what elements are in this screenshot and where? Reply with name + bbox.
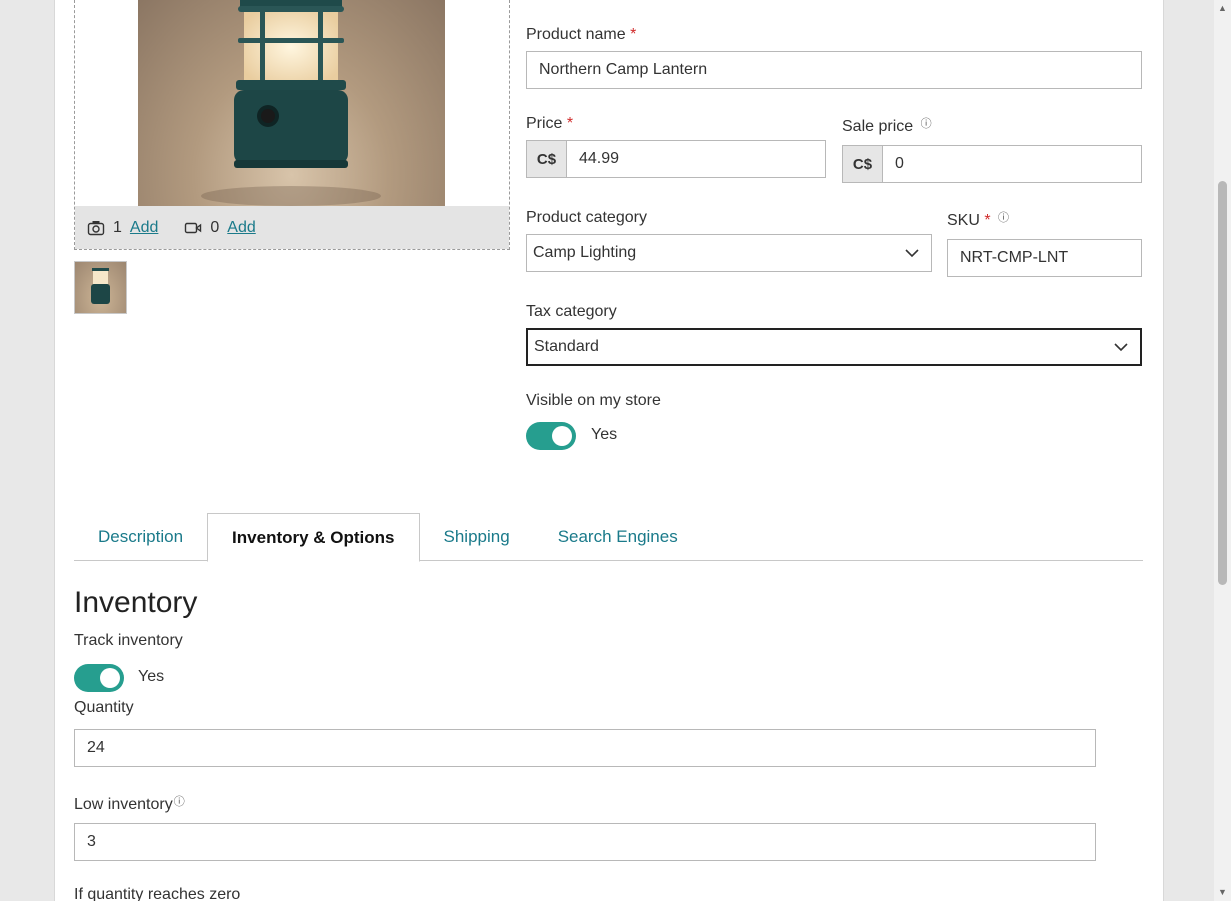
help-icon[interactable]: ⓘ — [998, 212, 1009, 224]
chevron-down-icon — [1114, 342, 1128, 351]
product-category-label: Product category — [526, 209, 647, 226]
camera-icon — [87, 220, 105, 235]
sale-price-input[interactable]: C$ 0 — [842, 145, 1142, 183]
currency-prefix: C$ — [527, 141, 567, 177]
sku-label-text: SKU — [947, 212, 980, 229]
video-icon — [185, 222, 202, 233]
sale-price-value[interactable]: 0 — [883, 146, 904, 182]
low-inventory-label: Low inventoryⓘ — [74, 793, 185, 814]
lantern-thumbnail-illustration — [91, 268, 110, 304]
video-group: 0 Add — [184, 218, 256, 237]
image-thumbnail[interactable] — [74, 261, 127, 314]
price-label: Price * — [526, 115, 573, 133]
tab-inventory-options[interactable]: Inventory & Options — [207, 513, 420, 562]
required-mark: * — [566, 115, 574, 132]
visible-toggle[interactable] — [526, 422, 576, 450]
zero-quantity-label: If quantity reaches zero — [74, 886, 241, 901]
required-mark: * — [984, 212, 991, 229]
tax-category-value: Standard — [534, 338, 599, 355]
track-inventory-toggle-label: Yes — [138, 668, 165, 685]
low-inventory-input[interactable]: 3 — [74, 823, 1096, 861]
track-inventory-toggle[interactable] — [74, 664, 124, 692]
product-main-image[interactable] — [138, 0, 445, 206]
photo-group: 1 Add — [87, 219, 158, 237]
tab-shipping[interactable]: Shipping — [420, 513, 534, 561]
scroll-down-icon[interactable]: ▼ — [1214, 884, 1231, 901]
track-inventory-label: Track inventory — [74, 632, 183, 649]
product-category-select[interactable]: Camp Lighting — [526, 234, 932, 272]
photo-count: 1 — [113, 218, 122, 236]
lantern-illustration — [201, 0, 381, 206]
help-icon[interactable]: ⓘ — [921, 118, 932, 130]
media-bar: 1 Add 0 Add — [75, 206, 509, 249]
tab-description[interactable]: Description — [74, 513, 207, 561]
add-photo-link[interactable]: Add — [130, 219, 158, 237]
page-scrollbar[interactable]: ▲ ▼ — [1214, 0, 1231, 901]
price-value[interactable]: 44.99 — [567, 141, 619, 177]
scroll-up-icon[interactable]: ▲ — [1214, 0, 1231, 17]
currency-prefix: C$ — [843, 146, 883, 182]
quantity-input[interactable]: 24 — [74, 729, 1096, 767]
visible-toggle-label: Yes — [591, 426, 618, 443]
quantity-label: Quantity — [74, 699, 134, 716]
product-tabs: Description Inventory & Options Shipping… — [74, 513, 1143, 562]
product-name-label: Product name * — [526, 26, 636, 44]
tax-category-select[interactable]: Standard — [526, 328, 1142, 366]
sale-price-label: Sale price ⓘ — [842, 115, 932, 136]
sku-label: SKU * ⓘ — [947, 209, 1009, 230]
add-video-link[interactable]: Add — [227, 219, 255, 237]
video-count: 0 — [210, 218, 220, 236]
product-name-label-text: Product name — [526, 26, 626, 43]
tab-search-engines[interactable]: Search Engines — [534, 513, 702, 561]
scrollbar-thumb[interactable] — [1218, 181, 1227, 585]
sale-price-label-text: Sale price — [842, 118, 914, 135]
required-mark: * — [630, 26, 637, 43]
product-name-input[interactable]: Northern Camp Lantern — [526, 51, 1142, 89]
price-input[interactable]: C$ 44.99 — [526, 140, 826, 178]
chevron-down-icon — [905, 248, 919, 257]
tax-category-label: Tax category — [526, 303, 617, 320]
sku-input[interactable]: NRT-CMP-LNT — [947, 239, 1142, 277]
inventory-heading: Inventory — [74, 586, 198, 619]
visible-label: Visible on my store — [526, 392, 661, 409]
help-icon[interactable]: ⓘ — [174, 796, 185, 808]
media-upload-box: 1 Add 0 Add — [74, 0, 510, 250]
low-inventory-label-text: Low inventory — [74, 796, 173, 813]
product-category-value: Camp Lighting — [533, 244, 637, 261]
price-label-text: Price — [526, 115, 563, 132]
